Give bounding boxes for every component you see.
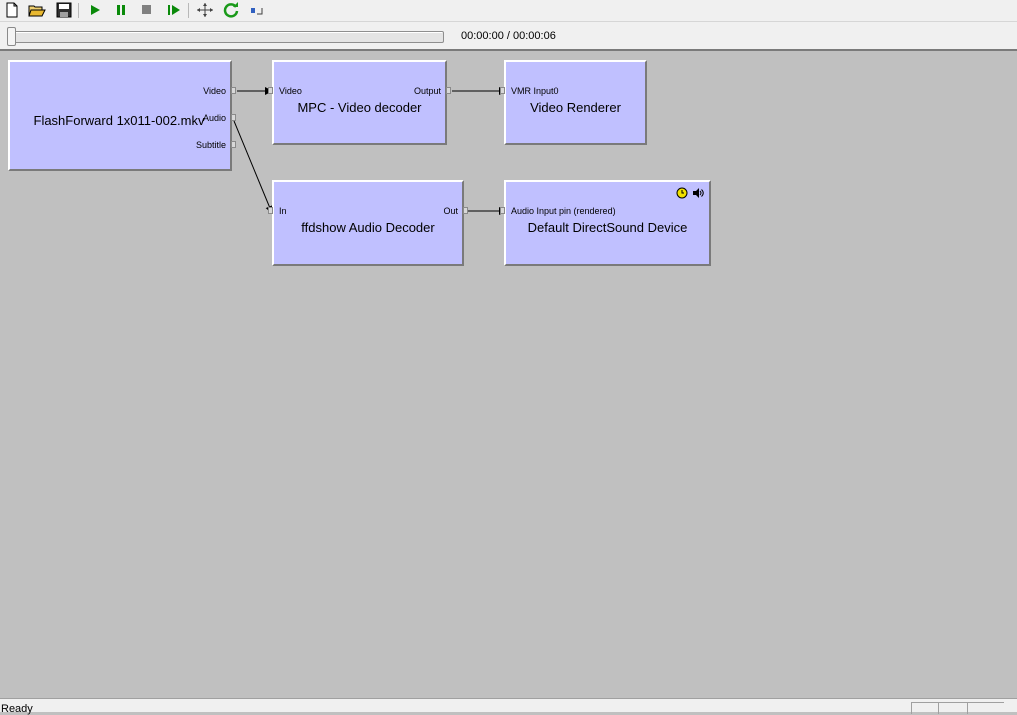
status-pane-2 (938, 702, 967, 714)
pin-audio-decoder-out[interactable] (463, 207, 468, 214)
filter-audio-decoder-name: ffdshow Audio Decoder (301, 220, 435, 235)
pin-video-decoder-out[interactable] (446, 87, 451, 94)
pin-label-video-out: Video (203, 86, 226, 96)
step-frame-icon (168, 5, 180, 15)
resize-icon (251, 8, 263, 15)
clock-icon (676, 187, 688, 199)
pin-label-output: Output (413, 86, 441, 96)
pin-video-renderer-in[interactable] (500, 87, 505, 94)
pin-video-decoder-in[interactable] (268, 87, 273, 94)
pin-label-audio-input: Audio Input pin (rendered) (511, 206, 616, 216)
pin-label-out: Out (443, 206, 458, 216)
stop-button[interactable] (137, 1, 157, 19)
seek-arrows-icon (197, 3, 213, 17)
status-text: Ready (1, 703, 33, 715)
pin-source-audio[interactable] (231, 114, 236, 121)
time-readout: 00:00:00 / 00:00:06 (461, 30, 556, 42)
seek-row: 00:00:00 / 00:00:06 (0, 22, 1017, 51)
filter-video-renderer[interactable]: Video Renderer VMR Input0 (504, 60, 647, 145)
pin-label-vmr-input: VMR Input0 (511, 86, 559, 96)
connection-audio (233, 120, 274, 214)
open-folder-icon (28, 5, 46, 17)
refresh-button[interactable] (221, 1, 241, 19)
status-bar: Ready (0, 698, 1017, 715)
save-disk-icon (56, 2, 72, 18)
pin-audio-renderer-in[interactable] (500, 207, 505, 214)
play-button[interactable] (85, 1, 105, 19)
step-frame-button[interactable] (164, 1, 184, 19)
filter-graph-canvas[interactable]: FlashForward 1x011-002.mkv Video Audio S… (0, 51, 1017, 698)
filter-audio-renderer[interactable]: Default DirectSound Device Audio Input p… (504, 180, 711, 266)
filter-video-renderer-name: Video Renderer (530, 100, 621, 115)
seek-slider-track[interactable] (8, 31, 444, 43)
filter-video-decoder[interactable]: MPC - Video decoder Video Output (272, 60, 447, 145)
pin-label-subtitle-out: Subtitle (195, 140, 226, 150)
status-pane-3 (967, 702, 1004, 714)
resize-button[interactable] (247, 1, 267, 19)
new-file-icon (6, 2, 18, 18)
refresh-icon (223, 2, 239, 18)
filter-audio-decoder[interactable]: ffdshow Audio Decoder In Out (272, 180, 464, 266)
filter-source[interactable]: FlashForward 1x011-002.mkv Video Audio S… (8, 60, 232, 171)
seek-slider-thumb[interactable] (7, 27, 16, 46)
pin-label-in: In (279, 206, 287, 216)
pause-icon (117, 5, 125, 15)
filter-video-decoder-name: MPC - Video decoder (297, 100, 422, 115)
pause-button[interactable] (111, 1, 131, 19)
play-icon (91, 5, 100, 15)
pin-source-subtitle[interactable] (231, 141, 236, 148)
seek-button[interactable] (195, 1, 215, 19)
pin-source-video[interactable] (231, 87, 236, 94)
pin-audio-decoder-in[interactable] (268, 207, 273, 214)
speaker-icon (693, 188, 704, 198)
filter-source-name: FlashForward 1x011-002.mkv (33, 113, 205, 128)
pin-label-audio-out: Audio (202, 113, 226, 123)
filter-audio-renderer-name: Default DirectSound Device (527, 220, 688, 235)
save-file-button[interactable] (54, 1, 74, 19)
stop-icon (142, 5, 151, 14)
new-file-button[interactable] (2, 1, 22, 19)
toolbar (0, 0, 1017, 22)
open-file-button[interactable] (27, 1, 47, 19)
pin-label-video-in: Video (279, 86, 302, 96)
status-pane-1 (911, 702, 938, 714)
